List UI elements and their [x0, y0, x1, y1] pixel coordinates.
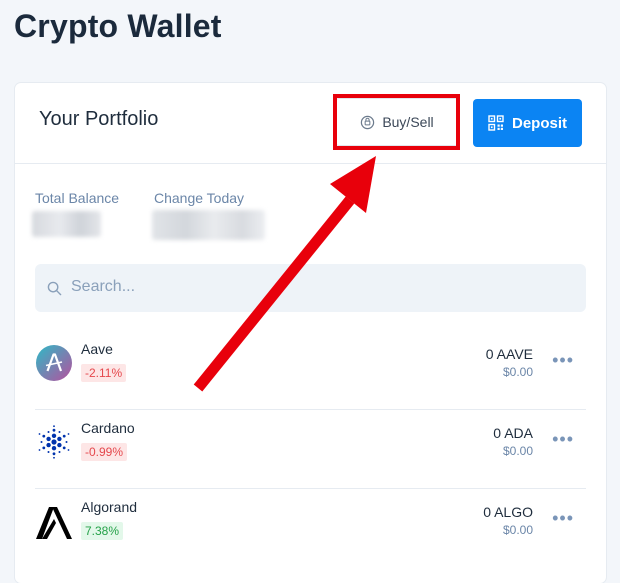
asset-name: Cardano	[81, 420, 135, 436]
asset-change-badge: -0.99%	[81, 443, 128, 461]
portfolio-header: Your Portfolio Buy/Sell Deposit	[15, 83, 606, 164]
asset-row-aave[interactable]: Aave -2.11% 0 AAVE $0.00 •••	[35, 330, 586, 410]
asset-name: Algorand	[81, 499, 138, 515]
qr-code-icon	[488, 115, 504, 131]
total-balance-value-redacted	[32, 211, 101, 237]
aave-logo-icon	[36, 345, 72, 381]
asset-amount: 0 ALGO	[483, 504, 533, 520]
search-input[interactable]: Search...	[35, 264, 586, 312]
page-title: Crypto Wallet	[14, 8, 222, 44]
cardano-logo-icon	[38, 425, 70, 459]
portfolio-card: Your Portfolio Buy/Sell Deposit Total Ba…	[15, 83, 606, 583]
more-options-icon[interactable]: •••	[552, 508, 574, 529]
asset-change-badge: -2.11%	[81, 364, 127, 382]
asset-fiat-value: $0.00	[502, 365, 533, 379]
search-icon	[47, 281, 62, 296]
algorand-logo-icon	[36, 507, 72, 539]
asset-change-badge: 7.38%	[81, 522, 124, 540]
more-options-icon[interactable]: •••	[552, 350, 574, 371]
highlight-box	[333, 94, 460, 150]
deposit-button[interactable]: Deposit	[473, 99, 582, 147]
deposit-label: Deposit	[511, 114, 567, 132]
asset-row-algorand[interactable]: Algorand 7.38% 0 ALGO $0.00 •••	[35, 488, 586, 567]
change-today-label: Change Today	[154, 190, 245, 206]
asset-fiat-value: $0.00	[502, 444, 533, 458]
asset-row-cardano[interactable]: Cardano -0.99% 0 ADA $0.00 •••	[35, 409, 586, 489]
total-balance-label: Total Balance	[35, 190, 120, 206]
search-placeholder: Search...	[71, 278, 136, 295]
asset-fiat-value: $0.00	[502, 523, 533, 537]
portfolio-title: Your Portfolio	[39, 108, 159, 130]
asset-amount: 0 AAVE	[485, 346, 533, 362]
asset-name: Aave	[81, 341, 113, 357]
asset-amount: 0 ADA	[493, 425, 533, 441]
more-options-icon[interactable]: •••	[552, 429, 574, 450]
change-today-value-redacted	[152, 210, 265, 240]
